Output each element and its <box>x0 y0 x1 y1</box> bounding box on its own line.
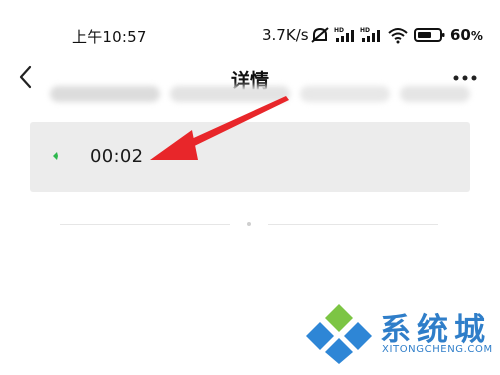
blurred-sender-info <box>170 86 290 102</box>
battery-icon <box>414 28 445 42</box>
divider <box>268 224 438 225</box>
svg-text:HD: HD <box>334 27 344 34</box>
battery-unit: % <box>470 29 483 43</box>
mute-alarm-icon <box>311 27 329 43</box>
watermark: 系统城 XITONGCHENG.COM <box>306 300 496 370</box>
blurred-sender-info <box>50 86 160 102</box>
more-horizontal-icon[interactable] <box>452 72 478 84</box>
voice-message-card[interactable]: 00:02 <box>30 122 470 192</box>
divider-dot <box>247 222 251 226</box>
watermark-domain: XITONGCHENG.COM <box>382 344 493 355</box>
divider <box>60 224 230 225</box>
wifi-icon <box>388 28 408 44</box>
signal-hd-2-icon: HD <box>360 27 380 42</box>
battery-value: 60 <box>450 26 471 44</box>
watermark-logo-icon <box>306 304 372 364</box>
blurred-sender-info <box>400 86 470 102</box>
svg-text:HD: HD <box>360 27 370 34</box>
battery-percentage: 60% <box>450 26 483 44</box>
status-bar: 上午10:57 3.7K/s HD HD 60% <box>0 0 500 64</box>
blurred-sender-info <box>300 86 390 102</box>
signal-hd-1-icon: HD <box>334 27 354 42</box>
network-speed: 3.7K/s <box>262 26 309 44</box>
status-time: 上午10:57 <box>72 28 147 46</box>
voice-duration: 00:02 <box>90 146 144 167</box>
voice-playing-indicator-icon <box>53 152 58 160</box>
watermark-brand: 系统城 <box>380 312 491 348</box>
